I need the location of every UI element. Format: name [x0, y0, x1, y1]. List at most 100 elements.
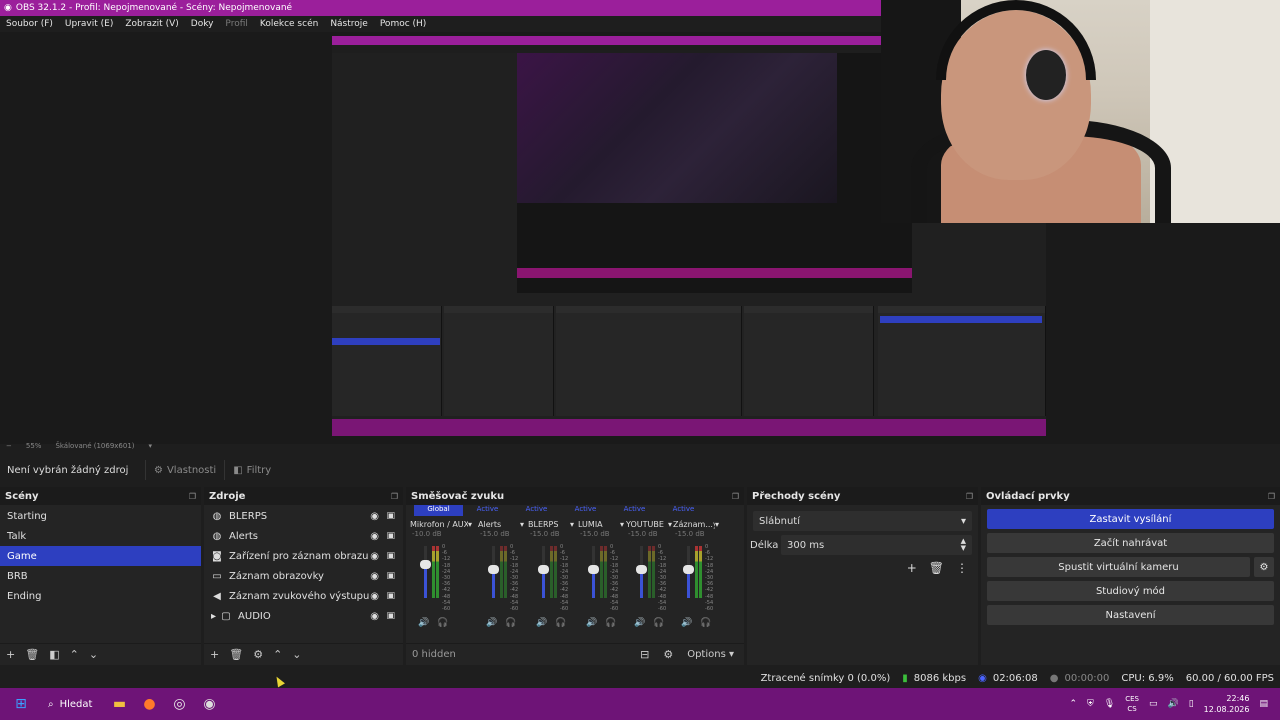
lock-icon[interactable]: ▣ [386, 591, 395, 601]
taskbar-search[interactable]: ⌕ Hledat [36, 699, 104, 710]
channel-name[interactable]: YOUTUBE ▾ [624, 518, 674, 530]
scene-item[interactable]: Ending [0, 586, 201, 606]
language-indicator[interactable]: CES CS [1125, 694, 1139, 714]
file-explorer-icon[interactable]: ▬ [104, 689, 134, 719]
visibility-icon[interactable]: ◉ [370, 591, 379, 602]
monitor-icon[interactable]: 🎧 [700, 618, 711, 628]
float-icon[interactable]: ❐ [1268, 492, 1275, 501]
properties-button[interactable]: ⚙ Vlastnosti [145, 460, 224, 480]
menu-item[interactable]: Upravit (E) [59, 19, 119, 29]
channel-name[interactable]: LUMIA ▾ [576, 518, 626, 530]
layout-icon[interactable]: ⊟ [640, 648, 649, 661]
source-item[interactable]: ▸ ▢ AUDIO ◉ ▣ [204, 606, 403, 626]
fader-knob[interactable] [683, 565, 694, 574]
lock-icon[interactable]: ▣ [386, 571, 395, 581]
mixer-tab[interactable]: Active [610, 505, 659, 516]
menu-item[interactable]: Soubor (F) [0, 19, 59, 29]
mute-icon[interactable]: 🔊 [486, 618, 497, 628]
channel-name[interactable]: Alerts ▾ [476, 518, 526, 530]
visibility-icon[interactable]: ◉ [370, 571, 379, 582]
hidden-count[interactable]: 0 hidden [412, 649, 456, 660]
monitor-icon[interactable]: 🎧 [605, 618, 616, 628]
stop-streaming-button[interactable]: Zastavit vysílání [987, 509, 1274, 529]
visibility-icon[interactable]: ◉ [370, 551, 379, 562]
add-icon[interactable]: + [6, 648, 15, 661]
menu-item[interactable]: Profil [219, 19, 253, 29]
filters-button[interactable]: ◧ Filtry [224, 460, 279, 480]
advanced-audio-icon[interactable]: ⚙ [663, 648, 673, 661]
menu-item[interactable]: Pomoc (H) [374, 19, 433, 29]
mute-icon[interactable]: 🔊 [681, 618, 692, 628]
chevron-up-icon[interactable]: ⌃ [1069, 699, 1077, 709]
defender-icon[interactable]: ⛨ [1087, 699, 1094, 709]
studio-mode-button[interactable]: Studiový mód [987, 581, 1274, 601]
preview-area[interactable] [0, 0, 1280, 444]
obs-taskbar-icon[interactable]: ◉ [194, 689, 224, 719]
battery-icon[interactable]: ▯ [1189, 699, 1194, 709]
visibility-icon[interactable]: ◉ [370, 611, 379, 622]
add-icon[interactable]: + [210, 648, 219, 661]
expand-icon[interactable]: ▸ [211, 611, 216, 622]
transition-select[interactable]: Slábnutí ▾ [753, 511, 972, 531]
virtual-camera-button[interactable]: Spustit virtuální kameru [987, 557, 1250, 577]
fader-knob[interactable] [488, 565, 499, 574]
add-icon[interactable]: + [907, 561, 917, 575]
lock-icon[interactable]: ▣ [386, 551, 395, 561]
source-item[interactable]: ▭ Záznam obrazovky ◉ ▣ [204, 566, 403, 586]
network-icon[interactable]: ▭ [1149, 699, 1158, 709]
source-item[interactable]: ◍ Alerts ◉ ▣ [204, 526, 403, 546]
scale-mode[interactable]: Škálované (1069x601) [55, 442, 134, 450]
scene-item[interactable]: BRB [0, 566, 201, 586]
settings-button[interactable]: Nastavení [987, 605, 1274, 625]
menu-item[interactable]: Doky [185, 19, 220, 29]
more-icon[interactable]: ⋮ [956, 561, 968, 575]
mixer-tab[interactable]: Active [659, 505, 708, 516]
windows-start-icon[interactable]: ⊞ [6, 689, 36, 719]
channel-name[interactable]: Mikrofon / AUX ▾ [408, 518, 474, 530]
volume-icon[interactable]: 🔊 [1168, 699, 1179, 709]
mixer-tab[interactable]: Active [463, 505, 512, 516]
zoom-level[interactable]: 55% [26, 442, 42, 450]
mixer-tab[interactable]: Active [512, 505, 561, 516]
mixer-tab[interactable]: Active [561, 505, 610, 516]
chrome-icon[interactable]: ◎ [164, 689, 194, 719]
clock[interactable]: 22:46 12.08.2026 [1204, 693, 1250, 715]
lock-icon[interactable]: ▣ [386, 511, 395, 521]
scene-item[interactable]: Game [0, 546, 201, 566]
options-button[interactable]: Options ▾ [687, 649, 734, 660]
lock-icon[interactable]: ▣ [386, 531, 395, 541]
filter-icon[interactable]: ◧ [49, 648, 59, 661]
menu-item[interactable]: Nástroje [324, 19, 374, 29]
start-recording-button[interactable]: Začít nahrávat [987, 533, 1274, 553]
channel-name[interactable]: BLERPS ▾ [526, 518, 576, 530]
gear-icon[interactable]: ⚙ [253, 648, 263, 661]
zoom-out-icon[interactable]: − [6, 442, 12, 450]
trash-icon[interactable]: 🗑 [229, 648, 243, 661]
trash-icon[interactable]: 🗑 [929, 561, 944, 575]
spin-arrows-icon[interactable]: ▲ ▼ [961, 538, 966, 552]
float-icon[interactable]: ❐ [966, 492, 973, 501]
trash-icon[interactable]: 🗑 [25, 648, 39, 661]
scene-item[interactable]: Starting [0, 506, 201, 526]
channel-name[interactable]: Záznam...ýstupu▾ [671, 518, 721, 530]
float-icon[interactable]: ❐ [189, 492, 196, 501]
move-up-icon[interactable]: ⌃ [273, 648, 282, 661]
mute-icon[interactable]: 🔊 [418, 618, 429, 628]
lock-icon[interactable]: ▣ [386, 611, 395, 621]
move-down-icon[interactable]: ⌄ [89, 648, 98, 661]
browser-icon[interactable]: ● [134, 689, 164, 719]
mute-icon[interactable]: 🔊 [586, 618, 597, 628]
duration-spinbox[interactable]: 300 ms ▲ ▼ [781, 535, 972, 555]
fader-knob[interactable] [420, 560, 431, 569]
scene-item[interactable]: Talk [0, 526, 201, 546]
monitor-icon[interactable]: 🎧 [653, 618, 664, 628]
menu-item[interactable]: Kolekce scén [254, 19, 324, 29]
mute-icon[interactable]: 🔊 [634, 618, 645, 628]
mute-icon[interactable]: 🔊 [536, 618, 547, 628]
menu-item[interactable]: Zobrazit (V) [119, 19, 184, 29]
notification-icon[interactable]: ▤ [1259, 699, 1268, 709]
microphone-icon[interactable]: 🎙 [1104, 699, 1115, 709]
fader-knob[interactable] [588, 565, 599, 574]
mixer-tab[interactable]: Global [414, 505, 463, 516]
monitor-icon[interactable]: 🎧 [555, 618, 566, 628]
